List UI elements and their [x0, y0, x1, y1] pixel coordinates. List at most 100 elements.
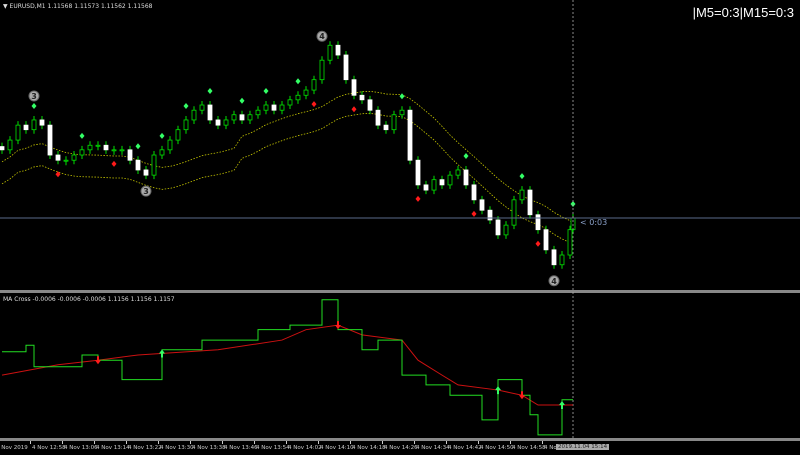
candle: [183, 119, 189, 131]
cross-down-arrow-icon: [519, 391, 525, 400]
cross-up-arrow-icon: [559, 401, 565, 409]
candle: [271, 104, 277, 111]
mtf-status: |M5=0:3|M15=0:3: [692, 5, 794, 20]
candle: [135, 159, 141, 171]
cross-up-arrow-icon: [495, 386, 501, 395]
candle: [295, 94, 301, 101]
cross-up-arrow-icon: [159, 349, 165, 358]
candle: [455, 169, 461, 176]
candle: [367, 99, 373, 111]
time-axis-label: 4 Nov 13:06: [62, 441, 98, 451]
candle: [359, 94, 365, 101]
fast-ma-line: [2, 299, 573, 436]
band-lower: [1, 112, 574, 247]
candle: [79, 149, 85, 156]
time-axis-label: 4 Nov 13:14: [94, 441, 130, 451]
time-axis-separator: [0, 438, 800, 441]
candle: [495, 219, 501, 236]
candle: [431, 179, 437, 191]
buy-signal-icon: [183, 102, 189, 109]
candle: [207, 104, 213, 121]
candle: [23, 124, 29, 131]
time-axis-label: 4 Nov 14:50: [478, 441, 514, 451]
candle: [567, 229, 573, 256]
candle: [47, 124, 53, 156]
sell-signal-icon: [415, 195, 421, 202]
candle: [15, 124, 21, 141]
time-axis-label: 4 Nov 13:38: [190, 441, 226, 451]
symbol-info: ▼ EURUSD,M1 1.11568 1.11573 1.11562 1.11…: [3, 3, 153, 10]
candle: [479, 199, 485, 211]
candle: [391, 114, 397, 131]
candle: [103, 144, 109, 151]
sell-signal-icon: [111, 160, 117, 167]
buy-signal-icon: [519, 173, 525, 180]
candle: [311, 79, 317, 91]
candle: [423, 184, 429, 191]
wave-label: 4: [319, 32, 325, 41]
candle: [511, 199, 517, 226]
cross-down-arrow-icon: [95, 356, 101, 365]
buy-signal-icon: [463, 152, 469, 159]
band-upper: [1, 90, 574, 225]
candle: [543, 229, 549, 251]
candle: [215, 119, 221, 126]
candle: [319, 59, 325, 81]
candle: [447, 174, 453, 186]
cross-down-arrow-icon: [335, 321, 341, 330]
buy-signal-icon: [207, 88, 213, 95]
candle: [191, 109, 197, 121]
candle: [527, 189, 533, 216]
sell-signal-icon: [535, 240, 541, 247]
sell-signal-icon: [351, 106, 357, 113]
candle: [263, 104, 269, 111]
candle: [375, 109, 381, 126]
time-axis-label: 4 Nov 14:10: [318, 441, 354, 451]
candle: [223, 119, 229, 126]
buy-signal-icon: [135, 143, 141, 150]
slow-ma-line: [1, 324, 573, 406]
candle: [63, 159, 69, 162]
time-axis-label: 4 Nov 2019: [0, 445, 28, 451]
buy-signal-icon: [239, 97, 245, 104]
time-axis-label: 4 Nov 14:34: [414, 441, 450, 451]
indicator-info: MA Cross -0.0006 -0.0006 -0.0006 1.1156 …: [3, 296, 175, 303]
candle: [199, 104, 205, 111]
candle: [327, 44, 333, 61]
candle: [7, 139, 13, 151]
candle: [0, 146, 5, 151]
buy-signal-icon: [399, 93, 405, 100]
candle: [343, 54, 349, 81]
candle: [95, 144, 101, 147]
sell-signal-icon: [55, 171, 61, 178]
candle: [303, 89, 309, 96]
candle: [151, 154, 157, 176]
time-axis-label: 4 Nov 14:18: [350, 441, 386, 451]
time-axis-label: 4 Nov 13:30: [158, 441, 194, 451]
time-axis-label: 4 Nov 14:58: [510, 441, 546, 451]
candle: [159, 149, 165, 156]
wave-label: 4: [551, 277, 557, 286]
candle: [399, 109, 405, 116]
sell-signal-icon: [311, 101, 317, 108]
candle: [231, 114, 237, 121]
time-axis-label: 4 Nov 14:02: [286, 441, 322, 451]
candle: [127, 149, 133, 161]
buy-signal-icon: [159, 132, 165, 139]
candle: [175, 129, 181, 141]
time-axis-label: 4 Nov 14:42: [446, 441, 482, 451]
price-chart[interactable]: 3 3 4 4: [0, 0, 800, 455]
candle: [279, 104, 285, 111]
candle: [383, 124, 389, 131]
candle: [335, 44, 341, 56]
candle: [351, 79, 357, 96]
candle: [111, 149, 117, 152]
buy-signal-icon: [295, 78, 301, 85]
wave-label: 3: [31, 92, 37, 101]
candle: [71, 154, 77, 161]
candle: [55, 154, 61, 161]
candle: [119, 149, 125, 152]
candle: [471, 184, 477, 201]
buy-signal-icon: [31, 102, 37, 109]
candle: [143, 169, 149, 176]
